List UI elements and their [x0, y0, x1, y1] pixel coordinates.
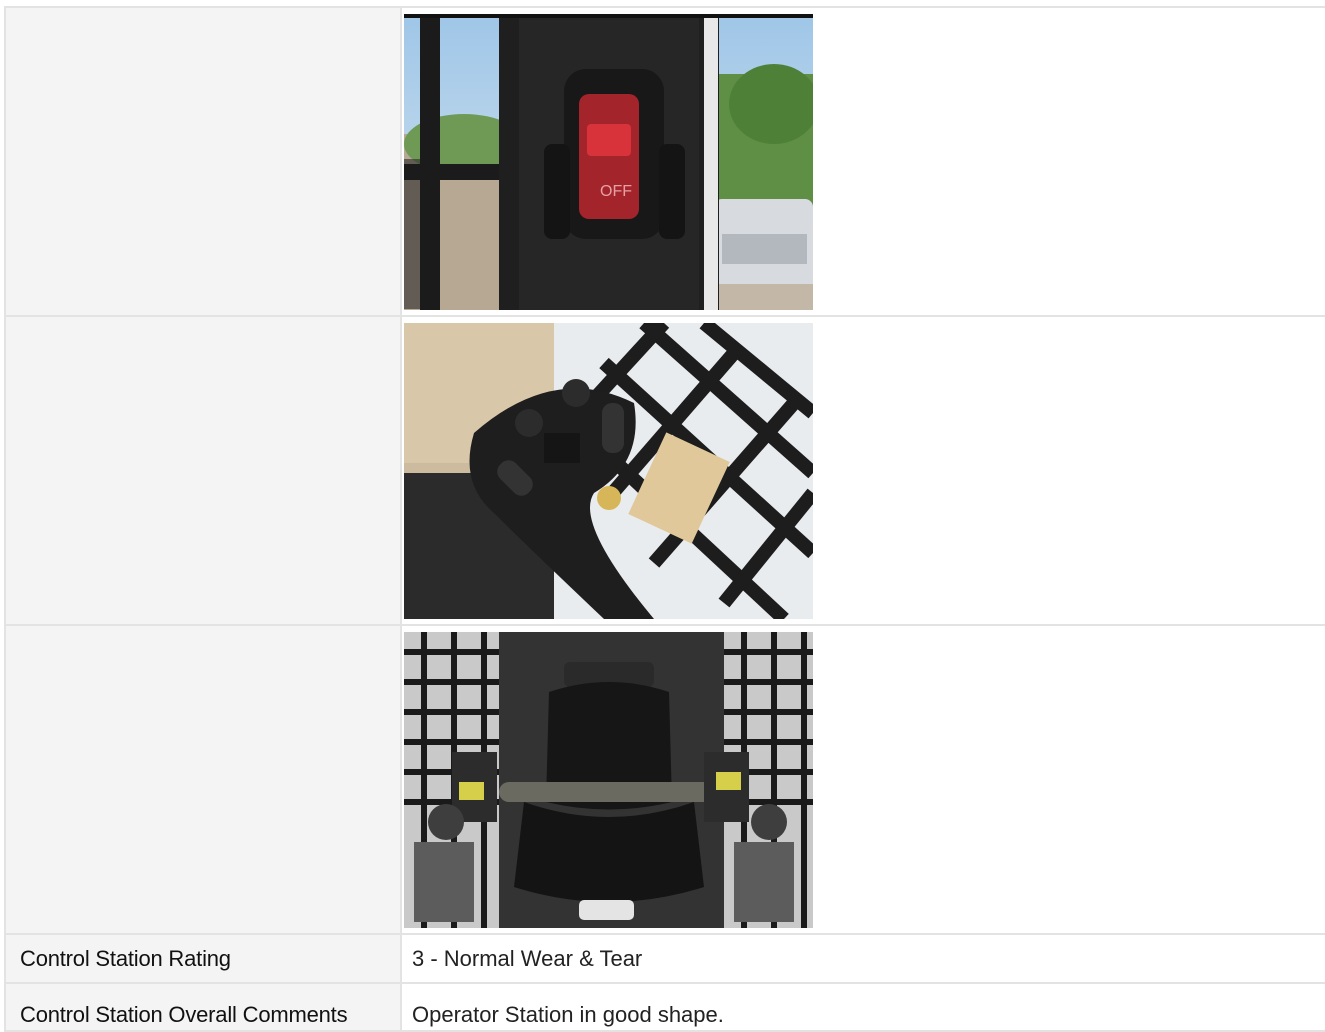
label-cell-empty — [4, 6, 401, 317]
photo-cell — [400, 315, 1325, 626]
label-cell-empty — [4, 315, 401, 626]
inspection-table: OFF Control Station Rating 3 - Normal We… — [4, 6, 1325, 1032]
joystick-handle-photo[interactable] — [404, 322, 813, 619]
row-value: 3 - Normal Wear & Tear — [400, 933, 1325, 984]
photo-cell — [400, 624, 1325, 935]
row-label: Control Station Overall Comments — [4, 982, 401, 1032]
table-row — [4, 315, 1325, 626]
svg-text:OFF: OFF — [600, 183, 632, 200]
parking-brake-switch-photo[interactable]: OFF — [404, 13, 813, 310]
operator-seat-photo[interactable] — [404, 631, 813, 928]
table-row: OFF — [4, 6, 1325, 317]
photo-cell: OFF — [400, 6, 1325, 317]
table-row — [4, 624, 1325, 935]
label-cell-empty — [4, 624, 401, 935]
table-row: Control Station Rating 3 - Normal Wear &… — [4, 933, 1325, 984]
table-row: Control Station Overall Comments Operato… — [4, 982, 1325, 1032]
row-label: Control Station Rating — [4, 933, 401, 984]
row-value: Operator Station in good shape. — [400, 982, 1325, 1032]
